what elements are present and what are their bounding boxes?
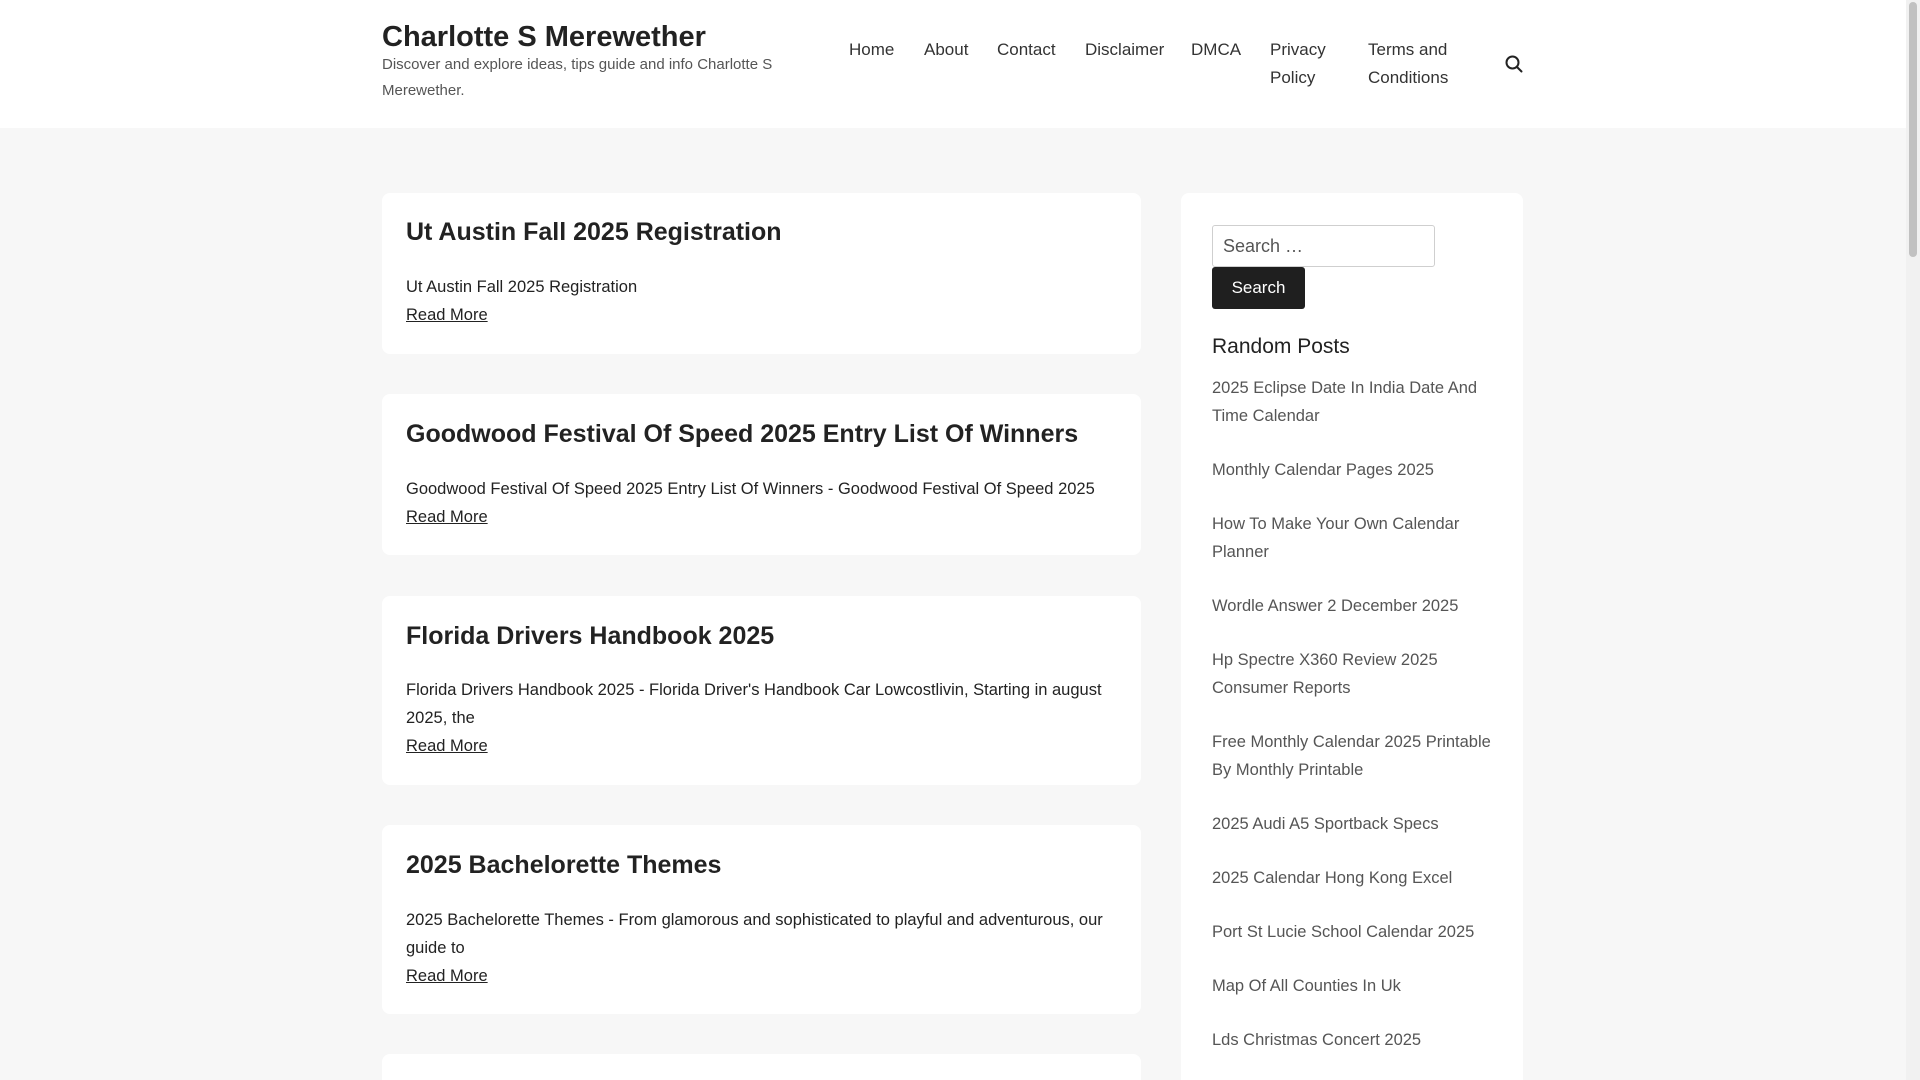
- random-post-link[interactable]: Wordle Answer 2 December 2025: [1212, 592, 1492, 620]
- search-button[interactable]: Search: [1212, 267, 1305, 309]
- random-post-link[interactable]: Free Monthly Calendar 2025 Printable By …: [1212, 728, 1492, 784]
- read-more-link[interactable]: Read More: [406, 964, 488, 988]
- post-excerpt: Florida Drivers Handbook 2025 - Florida …: [406, 681, 1102, 727]
- post-excerpt: Goodwood Festival Of Speed 2025 Entry Li…: [406, 480, 1095, 498]
- random-post-link[interactable]: 2025 Audi A5 Sportback Specs: [1212, 810, 1492, 838]
- random-post-link[interactable]: Lds Christmas Concert 2025: [1212, 1026, 1492, 1054]
- nav-dmca[interactable]: DMCA: [1191, 36, 1241, 64]
- scrollbar[interactable]: [1906, 0, 1920, 1080]
- post-excerpt: Ut Austin Fall 2025 Registration: [406, 278, 638, 296]
- random-posts-heading: Random Posts: [1212, 335, 1350, 358]
- nav-contact[interactable]: Contact: [997, 36, 1056, 64]
- read-more-link[interactable]: Read More: [406, 303, 488, 327]
- post-title[interactable]: Florida Drivers Handbook 2025: [406, 620, 774, 652]
- post-title[interactable]: 2025 Bachelorette Themes: [406, 849, 721, 881]
- site-title[interactable]: Charlotte S Merewether: [382, 18, 706, 56]
- nav-privacy-policy[interactable]: Privacy Policy: [1270, 36, 1326, 92]
- search-icon[interactable]: [1503, 53, 1525, 75]
- nav-privacy-line1: Privacy: [1270, 40, 1326, 59]
- random-post-link[interactable]: Monthly Calendar Pages 2025: [1212, 456, 1492, 484]
- post-card: [382, 1054, 1141, 1080]
- post-title[interactable]: Ut Austin Fall 2025 Registration: [406, 216, 782, 248]
- random-post-link[interactable]: Hp Spectre X360 Review 2025 Consumer Rep…: [1212, 646, 1492, 702]
- post-card: Goodwood Festival Of Speed 2025 Entry Li…: [382, 394, 1141, 555]
- post-excerpt: 2025 Bachelorette Themes - From glamorou…: [406, 911, 1103, 957]
- nav-about[interactable]: About: [924, 36, 968, 64]
- random-post-link[interactable]: How To Make Your Own Calendar Planner: [1212, 510, 1492, 566]
- read-more-link[interactable]: Read More: [406, 505, 488, 529]
- nav-home[interactable]: Home: [849, 36, 894, 64]
- site-description: Discover and explore ideas, tips guide a…: [382, 56, 773, 99]
- site-header: Charlotte S Merewether Discover and expl…: [0, 0, 1906, 128]
- sidebar: Search Random Posts 2025 Eclipse Date In…: [1181, 193, 1523, 1080]
- random-post-link[interactable]: 2025 Eclipse Date In India Date And Time…: [1212, 374, 1492, 430]
- random-post-link[interactable]: Map Of All Counties In Uk: [1212, 972, 1492, 1000]
- nav-terms-line2: Conditions: [1368, 68, 1449, 87]
- random-post-link[interactable]: Port St Lucie School Calendar 2025: [1212, 918, 1492, 946]
- post-card: 2025 Bachelorette Themes 2025 Bacheloret…: [382, 825, 1141, 1014]
- random-post-link[interactable]: 2025 Calendar Hong Kong Excel: [1212, 864, 1492, 892]
- nav-terms-line1: Terms and: [1368, 40, 1448, 59]
- read-more-link[interactable]: Read More: [406, 734, 488, 758]
- post-card: Ut Austin Fall 2025 Registration Ut Aust…: [382, 193, 1141, 354]
- nav-disclaimer[interactable]: Disclaimer: [1085, 36, 1164, 64]
- scrollbar-thumb[interactable]: [1909, 2, 1917, 257]
- post-card: Florida Drivers Handbook 2025 Florida Dr…: [382, 596, 1141, 785]
- nav-terms-conditions[interactable]: Terms and Conditions: [1368, 36, 1448, 92]
- search-input[interactable]: [1212, 225, 1435, 267]
- nav-privacy-line2: Policy: [1270, 68, 1316, 87]
- post-title[interactable]: Goodwood Festival Of Speed 2025 Entry Li…: [406, 418, 1078, 450]
